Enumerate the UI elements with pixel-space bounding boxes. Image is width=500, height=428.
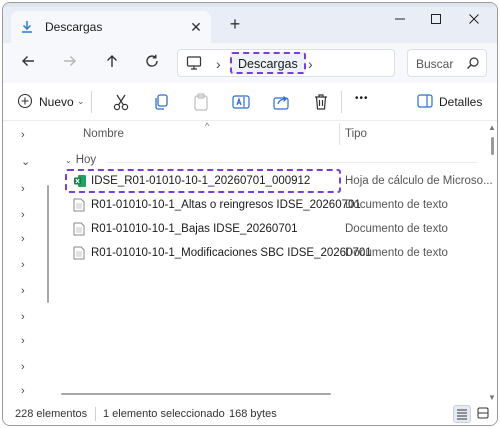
status-divider — [95, 407, 96, 421]
navigation-scrollbar[interactable] — [47, 185, 49, 303]
file-type: Hoja de cálculo de Microso... — [345, 175, 493, 187]
chevron-right-icon[interactable]: › — [21, 311, 35, 325]
plus-icon — [17, 93, 33, 112]
details-view-button[interactable] — [453, 405, 471, 423]
share-icon[interactable] — [271, 92, 291, 112]
chevron-right-icon[interactable]: › — [21, 259, 35, 273]
chevron-down-icon: ⌄ — [65, 156, 72, 165]
back-button[interactable] — [17, 53, 39, 73]
search-icon — [466, 56, 480, 73]
file-explorer-window: Descargas ✕ + › Descargas › Buscar Nuevo… — [2, 2, 498, 426]
refresh-button[interactable] — [141, 53, 163, 73]
command-separator — [341, 91, 342, 113]
file-list: Nombre ^ Tipo ⌄ Hoy IDSE_R01-01010-10-1_2… — [51, 121, 493, 397]
file-type: Documento de texto — [345, 247, 448, 259]
breadcrumb-separator-end[interactable]: › — [308, 56, 313, 72]
address-toolbar: › Descargas › Buscar — [3, 43, 497, 83]
vertical-scrollbar[interactable]: ▲ ▼ — [487, 121, 497, 403]
file-name: R01-01010-10-1_Bajas IDSE_20260701 — [91, 223, 298, 235]
copy-icon[interactable] — [151, 92, 171, 112]
column-header-type[interactable]: Tipo — [345, 128, 367, 140]
file-row[interactable]: R01-01010-10-1_Altas o reingresos IDSE_2… — [65, 193, 475, 217]
file-row[interactable]: R01-01010-10-1_Bajas IDSE_20260701 Docum… — [65, 217, 475, 241]
paste-icon[interactable] — [191, 92, 211, 112]
file-name: R01-01010-10-1_Altas o reingresos IDSE_2… — [91, 199, 361, 211]
file-name: R01-01010-10-1_Modificaciones SBC IDSE_2… — [91, 247, 372, 259]
text-document-icon — [73, 198, 85, 215]
forward-button[interactable] — [59, 53, 81, 73]
command-separator — [91, 91, 92, 113]
title-bar: Descargas ✕ + — [3, 3, 497, 43]
file-type: Documento de texto — [345, 223, 448, 235]
breadcrumb-descargas[interactable]: Descargas — [230, 52, 306, 74]
command-bar: Nuevo ⌄ ••• Detalles — [3, 83, 497, 121]
more-options-icon[interactable]: ••• — [355, 93, 375, 113]
computer-icon[interactable] — [186, 56, 202, 73]
rename-icon[interactable] — [231, 92, 251, 112]
new-button-label: Nuevo — [39, 95, 74, 109]
navigation-pane: › ⌄ › › › › › › › › › — [3, 121, 51, 403]
chevron-right-icon[interactable]: › — [21, 285, 35, 299]
group-header-today[interactable]: ⌄ Hoy — [65, 154, 96, 166]
file-row[interactable]: R01-01010-10-1_Modificaciones SBC IDSE_2… — [65, 241, 475, 265]
trash-icon[interactable] — [311, 92, 331, 112]
new-tab-button[interactable]: + — [225, 15, 245, 35]
chevron-right-icon[interactable]: › — [21, 209, 35, 223]
chevron-right-icon[interactable]: › — [21, 183, 35, 197]
address-bar[interactable]: › Descargas › — [177, 49, 395, 77]
chevron-right-icon[interactable]: › — [21, 361, 35, 375]
file-type: Documento de texto — [345, 199, 448, 211]
maximize-button[interactable] — [419, 7, 453, 33]
selection-size: 168 bytes — [229, 408, 277, 420]
tiles-view-button[interactable] — [475, 405, 493, 423]
item-count: 228 elementos — [15, 408, 88, 420]
scroll-up-icon[interactable]: ▲ — [488, 123, 496, 132]
cut-icon[interactable] — [111, 92, 131, 112]
status-bar: 228 elementos 1 elemento seleccionado 16… — [3, 401, 497, 425]
chevron-right-icon[interactable]: › — [21, 129, 35, 143]
chevron-right-icon[interactable]: › — [21, 335, 35, 349]
group-divider — [107, 162, 477, 163]
tab-title: Descargas — [45, 20, 103, 34]
excel-icon — [73, 174, 87, 191]
chevron-right-icon[interactable]: › — [21, 233, 35, 247]
sort-ascending-icon: ^ — [205, 121, 210, 131]
tab-descargas[interactable]: Descargas ✕ — [11, 11, 211, 43]
file-row[interactable]: IDSE_R01-01010-10-1_20260701_000912 Hoja… — [65, 169, 493, 193]
close-window-button[interactable] — [457, 7, 491, 33]
chevron-down-icon: ⌄ — [77, 96, 85, 106]
group-label: Hoy — [75, 154, 97, 166]
text-document-icon — [73, 222, 85, 239]
chevron-right-icon[interactable]: › — [21, 385, 35, 399]
selection-count: 1 elemento seleccionado — [103, 408, 225, 420]
scrollbar-thumb[interactable] — [491, 137, 494, 155]
text-document-icon — [73, 246, 85, 263]
up-button[interactable] — [101, 53, 123, 73]
details-pane-icon — [417, 94, 433, 111]
horizontal-scrollbar[interactable] — [61, 393, 331, 395]
chevron-down-icon[interactable]: ⌄ — [21, 155, 35, 169]
details-button-label: Detalles — [439, 95, 483, 109]
column-header: Nombre ^ Tipo — [51, 121, 487, 147]
download-icon — [19, 19, 35, 35]
minimize-button[interactable] — [383, 7, 417, 33]
search-input[interactable]: Buscar — [416, 57, 453, 71]
column-divider[interactable] — [339, 123, 340, 145]
column-header-name[interactable]: Nombre — [83, 128, 124, 140]
file-name: IDSE_R01-01010-10-1_20260701_000912 — [91, 175, 311, 187]
breadcrumb-separator[interactable]: › — [216, 56, 221, 72]
search-box[interactable]: Buscar — [407, 49, 487, 77]
close-tab-icon[interactable]: ✕ — [187, 18, 205, 36]
